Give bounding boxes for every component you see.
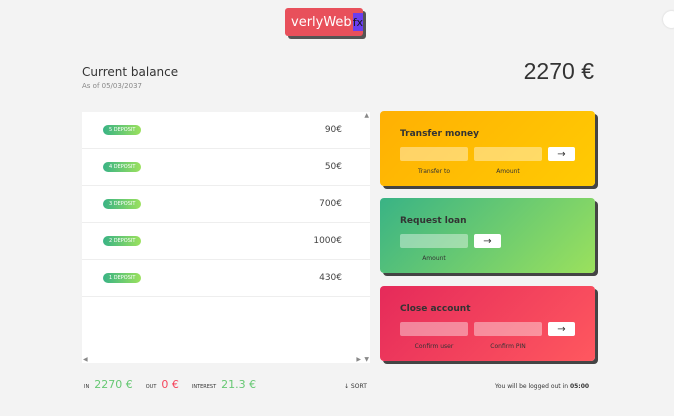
transfer-card: Transfer money → Transfer to Amount: [380, 111, 595, 186]
movement-row: 3 DEPOSIT 700€: [82, 186, 370, 223]
transfer-to-input[interactable]: [400, 147, 468, 161]
balance-title: Current balance: [82, 65, 179, 79]
transfer-amount-input[interactable]: [474, 147, 542, 161]
logo-mark: fx: [352, 13, 364, 31]
close-submit-button[interactable]: →: [548, 322, 575, 336]
transfer-to-label: Transfer to: [417, 168, 451, 175]
movement-row: 2 DEPOSIT 1000€: [82, 223, 370, 260]
scroll-down-icon[interactable]: ▼: [364, 356, 369, 363]
confirm-pin-input[interactable]: [474, 322, 542, 336]
movement-row: 1 DEPOSIT 430€: [82, 260, 370, 297]
scroll-left-icon[interactable]: ◀: [83, 356, 88, 363]
movement-amount: 1000€: [313, 236, 342, 246]
balance-value: 2270 €: [523, 58, 594, 84]
confirm-user-label: Confirm user: [414, 343, 454, 350]
summary-bar: In 2270 € Out 0 € Interest 21.3 €: [84, 378, 269, 391]
summary-interest-label: Interest: [191, 384, 217, 390]
summary-in-label: In: [84, 384, 90, 390]
logout-time: 05:00: [569, 383, 590, 390]
scroll-right-icon[interactable]: ▶: [356, 356, 361, 363]
sort-button[interactable]: ↓ SORT: [344, 383, 367, 390]
loan-amount-label: Amount: [422, 255, 446, 262]
summary-out-label: Out: [145, 384, 157, 390]
movement-amount: 700€: [319, 199, 342, 209]
deposit-badge: 2 DEPOSIT: [103, 236, 142, 246]
close-account-card: Close account → Confirm user Confirm PIN: [380, 286, 595, 361]
transfer-amount-label: Amount: [496, 168, 520, 175]
login-circle[interactable]: [663, 11, 674, 28]
app-logo: verlyWeb fx: [285, 8, 364, 36]
movements-list[interactable]: 5 DEPOSIT 90€ 4 DEPOSIT 50€ 3 DEPOSIT 70…: [82, 112, 370, 363]
deposit-badge: 5 DEPOSIT: [103, 125, 142, 135]
summary-out-value: 0 €: [161, 378, 179, 391]
loan-card: Request loan → Amount: [380, 198, 595, 273]
loan-title: Request loan: [400, 216, 467, 226]
close-title: Close account: [400, 304, 471, 314]
deposit-badge: 1 DEPOSIT: [103, 273, 142, 283]
scroll-up-icon[interactable]: ▲: [364, 112, 369, 119]
movement-amount: 50€: [324, 162, 342, 172]
logout-text: You will be logged out in: [495, 383, 570, 390]
confirm-pin-label: Confirm PIN: [490, 343, 526, 350]
movement-amount: 90€: [324, 125, 342, 135]
movement-row: 4 DEPOSIT 50€: [82, 149, 370, 186]
movement-amount: 430€: [319, 273, 342, 283]
movement-row: 5 DEPOSIT 90€: [82, 112, 370, 149]
transfer-title: Transfer money: [400, 129, 479, 139]
deposit-badge: 3 DEPOSIT: [103, 199, 142, 209]
deposit-badge: 4 DEPOSIT: [103, 162, 142, 172]
logo-text: verlyWeb: [291, 14, 352, 30]
confirm-user-input[interactable]: [400, 322, 468, 336]
balance-date: As of 05/03/2037: [82, 82, 142, 90]
summary-interest-value: 21.3 €: [221, 378, 257, 391]
logout-timer: You will be logged out in 05:00: [495, 383, 589, 390]
loan-submit-button[interactable]: →: [474, 234, 501, 248]
loan-amount-input[interactable]: [400, 234, 468, 248]
summary-in-value: 2270 €: [94, 378, 133, 391]
transfer-submit-button[interactable]: →: [548, 147, 575, 161]
